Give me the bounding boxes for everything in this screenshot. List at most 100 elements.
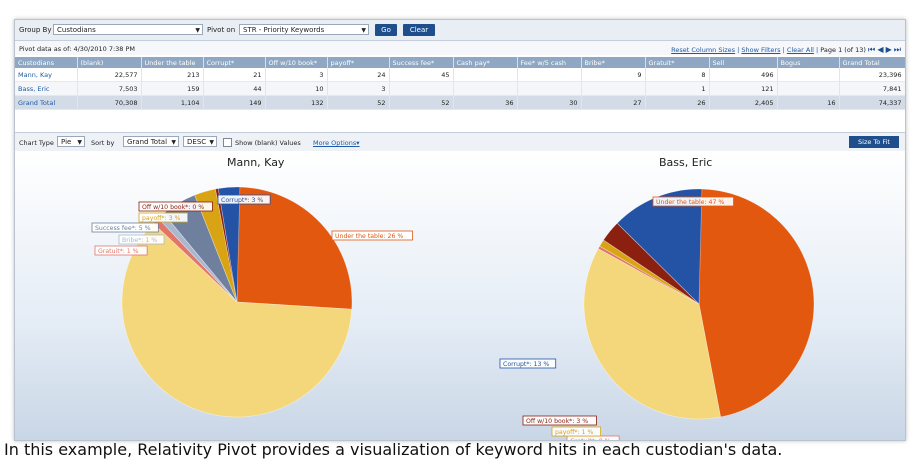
column-header[interactable]: Corrupt* — [203, 57, 266, 68]
show-blank-label: Show (blank) Values — [235, 139, 301, 147]
group-by-select[interactable]: Custodians ▼ — [53, 24, 203, 35]
column-header[interactable]: Sell — [709, 57, 778, 68]
chevron-down-icon: ▼ — [361, 27, 366, 34]
pivot-on-value: STR - Priority Keywords — [243, 26, 325, 34]
table-cell — [389, 81, 454, 96]
table-cell: 27 — [581, 95, 646, 110]
table-cell: 45 — [389, 68, 454, 82]
sort-order-value: DESC — [187, 138, 207, 146]
data-label: Under the table: 26 % — [335, 233, 403, 240]
size-to-fit-button[interactable]: Size To Fit — [849, 136, 899, 148]
pivot-data-timestamp: Pivot data as of: 4/30/2010 7:38 PM — [19, 45, 136, 53]
chart-type-label: Chart Type — [19, 139, 54, 147]
show-filters-link[interactable]: Show Filters — [741, 46, 780, 54]
column-header[interactable]: Cash pay* — [453, 57, 518, 68]
first-page-icon[interactable]: ⏮ — [868, 45, 875, 54]
column-header[interactable]: Off w/10 book* — [265, 57, 328, 68]
table-cell — [777, 81, 840, 96]
table-cell: 23,396 — [839, 68, 905, 82]
sort-order-select[interactable]: DESC ▼ — [183, 136, 217, 147]
table-cell: 22,577 — [77, 68, 142, 82]
table-cell: 30 — [517, 95, 582, 110]
sort-by-select[interactable]: Grand Total ▼ — [123, 136, 179, 147]
chart-type-select[interactable]: Pie ▼ — [57, 136, 85, 147]
last-page-icon[interactable]: ⏭ — [894, 45, 901, 54]
column-header[interactable]: Under the table — [141, 57, 204, 68]
table-cell — [517, 81, 582, 96]
table-cell: 149 — [203, 95, 266, 110]
table-cell: 24 — [327, 68, 390, 82]
column-header[interactable]: Custodians — [15, 57, 78, 68]
table-cell: 213 — [141, 68, 204, 82]
table-cell — [777, 68, 840, 82]
column-header[interactable]: payoff* — [327, 57, 390, 68]
table-cell: 3 — [265, 68, 328, 82]
table-cell — [453, 81, 518, 96]
row-label[interactable]: Bass, Eric — [15, 81, 78, 96]
chart-title-mann-kay: Mann, Kay — [227, 156, 285, 169]
pivot-on-select[interactable]: STR - Priority Keywords ▼ — [239, 24, 369, 35]
chart-area: Mann, Kay Bass, Eric Under the table: 26… — [15, 151, 905, 440]
column-header[interactable]: Success fee* — [389, 57, 454, 68]
column-header[interactable]: Fee* w/5 cash — [517, 57, 582, 68]
chevron-down-icon: ▼ — [209, 139, 214, 146]
row-label[interactable]: Grand Total — [15, 95, 78, 110]
table-row: Mann, Kay 22,577 213 21 3 24 45 9 8 496 23,396 — [15, 68, 905, 82]
sort-by-label: Sort by — [91, 139, 115, 147]
column-header[interactable]: (blank) — [77, 57, 142, 68]
spacer — [15, 112, 905, 132]
chart-controls: Chart Type Pie ▼ Sort by Grand Total ▼ D… — [15, 132, 905, 152]
table-cell: 121 — [709, 81, 778, 96]
chevron-down-icon: ▼ — [77, 139, 82, 146]
table-cell: 132 — [265, 95, 328, 110]
pivot-table: Custodians (blank) Under the table Corrupt*… — [15, 57, 905, 110]
column-header[interactable]: Bogus — [777, 57, 840, 68]
pie-charts: Under the table: 26 %Sell: 61 %Gratuit*:… — [91, 186, 815, 440]
data-label: Off w/10 book*: 3 % — [526, 418, 588, 425]
table-cell: 70,308 — [77, 95, 142, 110]
pivot-status-bar: Pivot data as of: 4/30/2010 7:38 PM Rese… — [15, 41, 905, 55]
table-cell: 44 — [203, 81, 266, 96]
grand-total-row: Grand Total 70,308 1,104 149 132 52 52 36 30 27 26… — [15, 95, 905, 110]
table-cell — [581, 81, 646, 96]
more-options-text: More Options — [313, 139, 357, 147]
table-cell: 3 — [327, 81, 390, 96]
go-button[interactable]: Go — [375, 24, 397, 36]
data-label: Under the table: 47 % — [656, 199, 724, 206]
data-label: Bribe*: 1 % — [122, 237, 157, 244]
chevron-down-icon: ▼ — [195, 27, 200, 34]
column-header[interactable]: Gratuit* — [645, 57, 710, 68]
clear-all-link[interactable]: Clear All — [787, 46, 814, 54]
table-cell: 7,503 — [77, 81, 142, 96]
reset-column-sizes-link[interactable]: Reset Column Sizes — [671, 46, 735, 54]
show-blank-checkbox[interactable] — [223, 138, 232, 147]
figure-caption: In this example, Relativity Pivot provid… — [4, 440, 783, 459]
group-by-label: Group By — [19, 26, 52, 34]
sort-by-value: Grand Total — [127, 138, 168, 146]
prev-page-icon[interactable]: ◀ — [877, 45, 883, 54]
table-cell: 74,337 — [839, 95, 905, 110]
data-label: Success fee*: 5 % — [95, 225, 151, 232]
pie-0: Under the table: 26 %Sell: 61 %Gratuit*:… — [91, 186, 413, 418]
pie-slice[interactable] — [698, 188, 815, 418]
pie-slice[interactable] — [236, 186, 353, 310]
table-cell: 52 — [327, 95, 390, 110]
data-label: payoff*: 3 % — [142, 215, 180, 222]
data-label: Gratuit*: 1 % — [98, 248, 139, 255]
data-label: Corrupt*: 13 % — [503, 361, 549, 368]
clear-button[interactable]: Clear — [403, 24, 435, 36]
table-cell: 2,405 — [709, 95, 778, 110]
next-page-icon[interactable]: ▶ — [886, 45, 892, 54]
pie-1: Under the table: 47 %Sell: 36 %Gratuit*:… — [499, 188, 815, 440]
chart-title-bass-eric: Bass, Eric — [659, 156, 713, 169]
column-header[interactable]: Bribe* — [581, 57, 646, 68]
pivot-links: Reset Column Sizes | Show Filters | Clea… — [671, 45, 901, 54]
data-label: Off w/10 book*: 0 % — [142, 204, 204, 211]
more-options-link[interactable]: More Options▾ — [313, 139, 360, 147]
pivot-toolbar: Group By Custodians ▼ Pivot on STR - Pri… — [15, 20, 905, 41]
column-header[interactable]: Grand Total — [839, 57, 905, 68]
page-info: Page 1 (of 13) — [820, 46, 866, 54]
table-cell: 10 — [265, 81, 328, 96]
row-label[interactable]: Mann, Kay — [15, 68, 78, 82]
table-cell: 8 — [645, 68, 710, 82]
